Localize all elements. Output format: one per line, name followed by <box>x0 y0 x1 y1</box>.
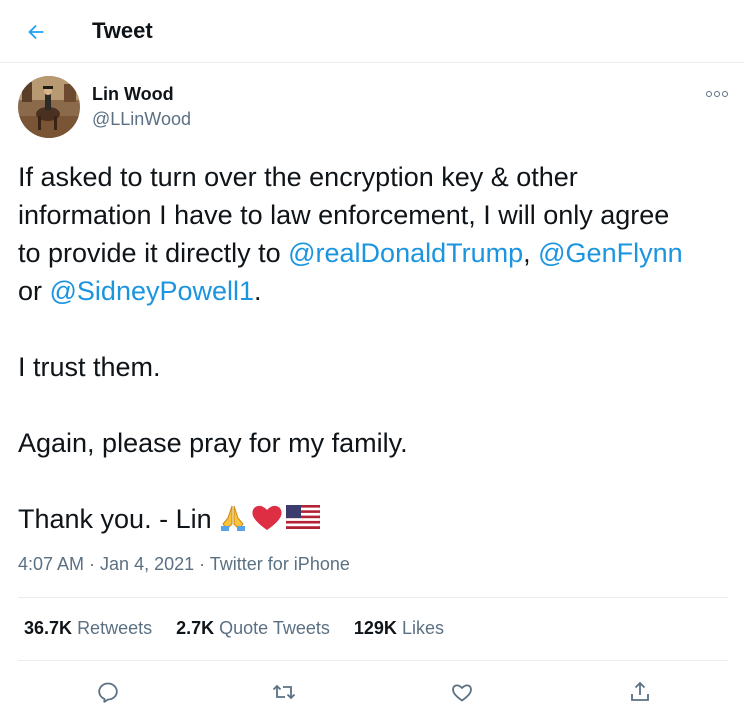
retweet-button[interactable] <box>268 676 300 708</box>
likes-label: Likes <box>401 618 444 638</box>
quote-tweets-stat[interactable]: 2.7K Quote Tweets <box>176 618 330 639</box>
more-options-button[interactable] <box>700 86 734 102</box>
like-button[interactable] <box>446 676 478 708</box>
tweet-text-fragment: , <box>523 238 539 268</box>
us-flag-emoji <box>285 505 320 529</box>
retweets-count: 36.7K <box>24 618 73 638</box>
tweet-paragraph: I trust them. <box>18 352 161 382</box>
back-button[interactable] <box>20 16 52 48</box>
more-dot-icon <box>714 91 720 97</box>
mention-link[interactable]: @GenFlynn <box>538 238 682 268</box>
action-bar <box>0 672 744 710</box>
red-heart-emoji <box>252 505 282 530</box>
meta-separator: · <box>84 554 101 574</box>
tweet-source[interactable]: Twitter for iPhone <box>210 554 350 574</box>
likes-stat[interactable]: 129K Likes <box>354 618 444 639</box>
more-dot-icon <box>722 91 728 97</box>
tweet-text-fragment: or <box>18 276 50 306</box>
tweet-line: information I have to law enforcement, I… <box>18 200 670 230</box>
mention-link[interactable]: @realDonaldTrump <box>288 238 523 268</box>
tweet-line: or @SidneyPowell1. <box>18 272 734 310</box>
tweet-date[interactable]: Jan 4, 2021 <box>100 554 194 574</box>
tweet-line: to provide it directly to @realDonaldTru… <box>18 234 734 272</box>
engagement-stats: 36.7K Retweets 2.7K Quote Tweets 129K Li… <box>24 618 444 639</box>
reply-button[interactable] <box>92 676 124 708</box>
tweet-text-fragment: Thank you. - Lin <box>18 504 212 534</box>
like-icon <box>452 684 472 702</box>
author-display-name[interactable]: Lin Wood <box>92 84 174 105</box>
quote-tweets-label: Quote Tweets <box>219 618 330 638</box>
tweet-text-fragment: . <box>254 276 262 306</box>
page-title: Tweet <box>92 18 153 43</box>
tweet-text-fragment: to provide it directly to <box>18 238 289 268</box>
tweet-text: If asked to turn over the encryption key… <box>18 158 734 538</box>
folded-hands-emoji <box>220 505 245 531</box>
header-bar: Tweet <box>0 0 744 63</box>
tweet-line: If asked to turn over the encryption key… <box>18 162 578 192</box>
more-dot-icon <box>706 91 712 97</box>
divider <box>18 660 728 661</box>
meta-separator: · <box>194 554 210 574</box>
mention-link[interactable]: @SidneyPowell1 <box>50 276 255 306</box>
avatar-photo <box>18 76 80 138</box>
share-button[interactable] <box>624 676 656 708</box>
avatar[interactable] <box>18 76 80 138</box>
tweet-metadata: 4:07 AM · Jan 4, 2021 · Twitter for iPho… <box>18 554 350 575</box>
tweet-paragraph: Thank you. - Lin <box>18 500 734 538</box>
likes-count: 129K <box>353 618 397 638</box>
tweet-time[interactable]: 4:07 AM <box>18 554 84 574</box>
retweets-label: Retweets <box>77 618 153 638</box>
retweets-stat[interactable]: 36.7K Retweets <box>24 618 152 639</box>
retweet-icon <box>272 684 296 700</box>
share-icon <box>631 681 649 701</box>
tweet-paragraph: Again, please pray for my family. <box>18 428 408 458</box>
reply-icon <box>98 682 118 703</box>
divider <box>18 597 728 598</box>
quote-tweets-count: 2.7K <box>176 618 215 638</box>
author-handle[interactable]: @LLinWood <box>92 109 191 130</box>
back-arrow-icon <box>28 24 44 40</box>
